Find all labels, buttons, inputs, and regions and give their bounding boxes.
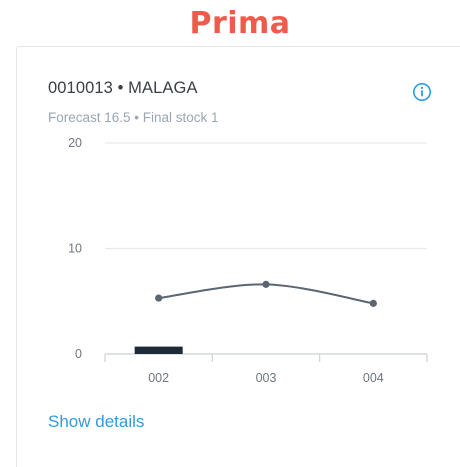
card-subtitle: Forecast 16.5 • Final stock 1 [48, 110, 219, 125]
y-tick-label: 10 [68, 242, 82, 256]
forecast-chart: 20 10 0 002 003 004 [68, 137, 428, 385]
info-circle-icon[interactable] [412, 82, 432, 102]
y-tick-label: 20 [68, 137, 82, 150]
x-tick-label: 003 [256, 371, 277, 385]
line-point [369, 299, 377, 307]
card-title: 0010013 • MALAGA [48, 79, 198, 97]
page: Prima 0010013 • MALAGA Forecast 16.5 • F… [0, 0, 460, 467]
forecast-card: 0010013 • MALAGA Forecast 16.5 • Final s… [16, 46, 460, 467]
y-tick-label: 0 [75, 347, 82, 361]
show-details-link[interactable]: Show details [48, 412, 144, 432]
bar [134, 346, 183, 354]
x-tick-label: 004 [363, 371, 384, 385]
line-point [262, 280, 270, 288]
page-heading: Prima [189, 6, 291, 41]
line-point [155, 294, 163, 302]
x-tick-label: 002 [148, 371, 169, 385]
